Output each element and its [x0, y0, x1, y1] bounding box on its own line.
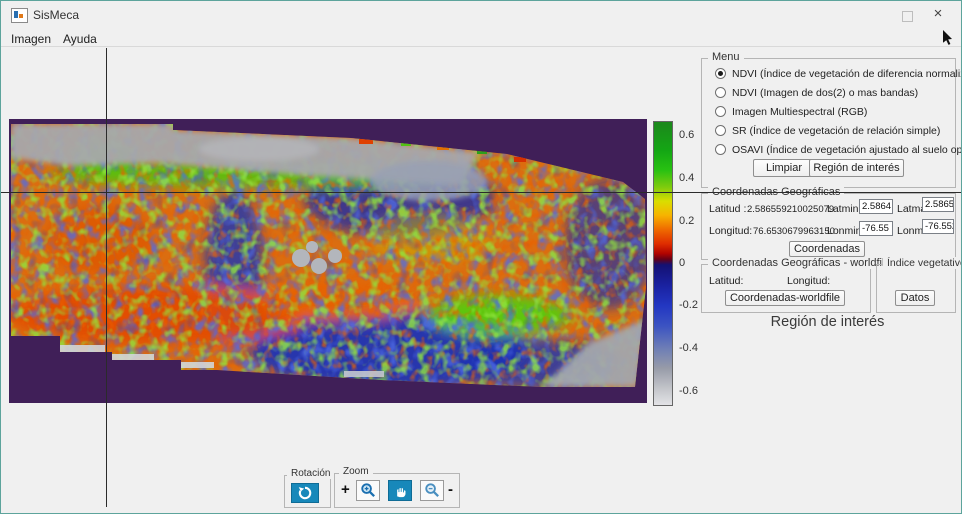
latitud-label: Latitud : — [709, 203, 746, 215]
radio-button-icon — [715, 144, 726, 155]
radio-button-icon — [715, 106, 726, 117]
maximize-button[interactable] — [902, 11, 913, 22]
zoom-plus-sign: + — [341, 481, 350, 498]
zoom-out-button[interactable] — [420, 480, 444, 501]
limpiar-button[interactable]: Limpiar — [753, 159, 815, 177]
rotate-icon — [297, 485, 313, 501]
close-button[interactable]: × — [929, 5, 947, 22]
rotacion-panel-title: Rotación — [287, 468, 334, 479]
latmax-field[interactable]: 2.58658 — [922, 197, 954, 212]
zoom-minus-sign: - — [448, 481, 453, 498]
lonmax-field[interactable]: -76.552 — [922, 219, 954, 234]
latmin-label: Latmin: — [827, 203, 861, 215]
radio-button-icon — [715, 125, 726, 136]
worldfile-panel-title: Coordenadas Geográficas - worldfile — [708, 257, 895, 269]
colorbar-tick: -0.4 — [679, 342, 698, 354]
menu-ayuda[interactable]: Ayuda — [59, 31, 101, 47]
ndvi-colorbar — [653, 121, 673, 406]
colorbar-tick: 0.2 — [679, 215, 694, 227]
lonmin-field[interactable]: -76.55 — [859, 221, 893, 236]
longitud-label: Longitud: — [709, 225, 752, 237]
zoom-in-button[interactable] — [356, 480, 380, 501]
crosshair-vertical-line — [106, 48, 107, 507]
window-title: SisMeca — [33, 8, 79, 22]
zoom-out-icon — [424, 482, 441, 499]
menu-panel-title: Menu — [708, 51, 744, 63]
coordenadas-worldfile-button[interactable]: Coordenadas-worldfile — [725, 290, 845, 306]
datos-button[interactable]: Datos — [895, 290, 935, 306]
app-window: SisMeca × Imagen Ayuda — [0, 0, 962, 514]
app-icon — [11, 8, 28, 23]
menu-separator — [1, 46, 961, 47]
indice-panel-title: Índice vegetativo — [883, 257, 962, 269]
colorbar-tick: 0 — [679, 257, 685, 269]
colorbar-tick: 0.6 — [679, 129, 694, 141]
ndvi-map-axes[interactable] — [9, 119, 647, 403]
colorbar-tick: 0.4 — [679, 172, 694, 184]
latitud-value: 2.586559210025079 — [747, 204, 834, 215]
radio-button-icon — [715, 87, 726, 98]
pan-button[interactable] — [388, 480, 412, 501]
title-bar: SisMeca × — [1, 1, 961, 28]
zoom-panel-title: Zoom — [339, 466, 373, 477]
radio-ndvi[interactable]: NDVI (Índice de vegetación de diferencia… — [715, 67, 953, 80]
rotate-button[interactable] — [291, 483, 319, 503]
menu-options: NDVI (Índice de vegetación de diferencia… — [715, 67, 953, 156]
crosshair-horizontal-line — [1, 192, 962, 193]
radio-osavi[interactable]: OSAVI (Índice de vegetación ajustado al … — [715, 143, 953, 156]
radio-ndvi-bandas[interactable]: NDVI (Imagen de dos(2) o mas bandas) — [715, 86, 953, 99]
colorbar-tick: -0.6 — [679, 385, 698, 397]
mouse-cursor — [942, 30, 955, 46]
coordenadas-button[interactable]: Coordenadas — [789, 241, 865, 257]
region-de-interes-title: Región de interés — [701, 314, 954, 330]
radio-sr[interactable]: SR (Índice de vegetación de relación sim… — [715, 124, 953, 137]
radio-button-icon — [715, 68, 726, 79]
hand-icon — [393, 483, 408, 498]
zoom-in-icon — [360, 482, 377, 499]
region-de-interes-button[interactable]: Región de interés — [809, 159, 904, 177]
radio-multiespectral[interactable]: Imagen Multiespectral (RGB) — [715, 105, 953, 118]
worldfile-latitud-label: Latitud: — [709, 275, 743, 287]
menu-imagen[interactable]: Imagen — [7, 31, 55, 47]
worldfile-longitud-label: Longitud: — [787, 275, 830, 287]
colorbar-tick: -0.2 — [679, 299, 698, 311]
longitud-value: 76.6530679963150 — [753, 226, 835, 237]
latmin-field[interactable]: 2.5864 — [859, 199, 893, 214]
